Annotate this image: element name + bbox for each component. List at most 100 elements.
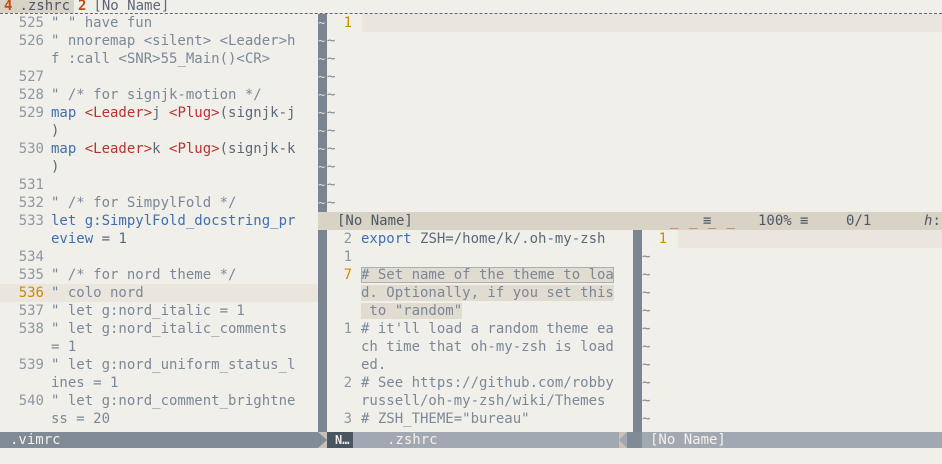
command-line[interactable] <box>0 448 942 464</box>
line-number: 533 <box>18 213 44 229</box>
statusline-vimrc: .vimrc <box>0 432 318 448</box>
line-text: ) <box>44 159 59 175</box>
empty-buffer-pane-top[interactable]: 1 ~ ~ ~ ~ ~ ~ ~ ~ ~ ~ <box>327 14 942 212</box>
token: <Plug> <box>169 141 220 157</box>
zshrc-editor-pane[interactable]: 2 export ZSH=/home/k/.oh-my-zsh 1 7 # Set na… <box>327 230 633 432</box>
vertical-split-separator-bottom[interactable] <box>633 230 642 432</box>
code-line: ss = 20 <box>0 410 318 428</box>
line-number: 538 <box>18 321 44 337</box>
empty-line-tilde: ~ <box>327 51 336 67</box>
token: " nnoremap <silent> <Leader>h <box>51 33 296 49</box>
line-number: 536 <box>18 285 44 301</box>
token: ss = 20 <box>51 411 111 427</box>
line-number: 2 <box>343 231 352 247</box>
token: <Leader> <box>84 105 153 121</box>
code-line: 1 # it'll load a random theme ea <box>327 320 633 338</box>
token: (signjk-k <box>219 141 296 157</box>
code-line: to "random" <box>327 302 633 320</box>
empty-line-tilde: ~ <box>318 178 326 192</box>
token: " let g:nord_italic = 1 <box>51 303 245 319</box>
empty-line-tilde: ~ <box>327 159 336 175</box>
powerline-separator <box>318 432 327 448</box>
empty-buffer-pane-bottom[interactable]: 1 ~ ~ ~ ~ ~ ~ ~ ~ ~ ~ <box>642 230 942 432</box>
token: ines = 1 <box>51 375 119 391</box>
empty-line-tilde: ~ <box>327 123 336 139</box>
code-line: 525 " " have fun <box>0 14 318 32</box>
token: j <box>152 105 170 121</box>
line-text: to "random" <box>352 303 463 319</box>
tab-no-name[interactable]: 2 [No Name] <box>74 0 173 14</box>
code-line: 529 map <Leader>j <Plug>(signjk-j <box>0 104 318 122</box>
status-column: ℎ: 1 <box>924 212 942 230</box>
status-position: 0/1 <box>846 213 872 229</box>
empty-line-tilde: ~ <box>318 124 326 138</box>
statusline-zshrc: .zshrc <box>353 432 619 448</box>
separator-tilde-column: ~ ~ ~ ~ ~ ~ ~ ~ ~ ~ ~ <box>318 14 327 212</box>
token: # it'll load a random theme ea <box>361 321 614 337</box>
empty-line-tilde: ~ <box>327 33 336 49</box>
empty-line-tilde: ~ <box>318 160 326 174</box>
empty-line-tilde: ~ <box>327 141 336 157</box>
token: ZSH=/home/k/.oh-my-zsh <box>420 231 606 247</box>
tab-label: [No Name] <box>93 0 170 14</box>
line-text: russell/oh-my-zsh/wiki/Themes <box>352 393 605 409</box>
tab-zshrc[interactable]: 4 .zshrc <box>0 0 75 13</box>
code-line: ) <box>0 158 318 176</box>
line-text: d. Optionally, if you set this <box>352 285 614 301</box>
empty-line-tilde: ~ <box>642 411 651 427</box>
line-text: let g:SimpylFold_docstring_pr <box>44 213 295 229</box>
line-text: " /* for nord theme */ <box>44 267 236 283</box>
line-number: 539 <box>18 357 44 373</box>
code-line: 534 <box>0 248 318 266</box>
tabline: 4 .zshrc 2 [No Name] <box>0 0 942 14</box>
empty-line-tilde: ~ <box>642 285 651 301</box>
empty-line-tilde: ~ <box>642 249 651 265</box>
line-text: " /* for signjk-motion */ <box>44 87 262 103</box>
powerline-separator <box>619 432 627 448</box>
line-text: # Set name of the theme to loa <box>352 267 614 283</box>
code-line: 540 " let g:nord_comment_brightne <box>0 392 318 410</box>
code-line: 1 <box>327 14 942 32</box>
line-number: 528 <box>18 87 44 103</box>
menu-icon: ≡ <box>800 213 809 229</box>
tab-number: 2 <box>78 0 87 14</box>
line-number: 1 <box>343 321 352 337</box>
code-line: eview = 1 <box>0 230 318 248</box>
empty-line-tilde: ~ <box>642 375 651 391</box>
window-status-bar: [No Name] _ _ _ _ ≡ 100% ≡ 0/1 ℎ: 1 <box>318 212 942 230</box>
line-number: 7 <box>343 267 352 283</box>
token: " let g:nord_uniform_status_l <box>51 357 296 373</box>
token: let <box>51 213 85 229</box>
line-number: 531 <box>18 177 44 193</box>
line-text: ines = 1 <box>44 375 118 391</box>
line-text: # ZSH_THEME="bureau" <box>352 411 530 427</box>
line-text: " let g:nord_italic = 1 <box>44 303 245 319</box>
line-text: export ZSH=/home/k/.oh-my-zsh <box>352 231 605 247</box>
code-line: 537 " let g:nord_italic = 1 <box>0 302 318 320</box>
empty-line-tilde: ~ <box>327 177 336 193</box>
code-line: 526 " nnoremap <silent> <Leader>h <box>0 32 318 50</box>
line-text <box>352 249 361 265</box>
token: " /* for nord theme */ <box>51 267 237 283</box>
token: <Plug> <box>169 105 220 121</box>
token: " let g:nord_italic_comments <box>51 321 288 337</box>
token: ) <box>51 159 60 175</box>
line-text: " " have fun <box>44 15 152 31</box>
empty-line-tilde: ~ <box>318 106 326 120</box>
code-line: ) <box>0 122 318 140</box>
code-line: = 1 <box>0 338 318 356</box>
token: = 1 <box>51 339 77 355</box>
line-number: 525 <box>18 15 44 31</box>
code-line: ch time that oh-my-zsh is load <box>327 338 633 356</box>
empty-line-tilde: ~ <box>642 303 651 319</box>
empty-line-tilde: ~ <box>318 70 326 84</box>
code-line: 528 " /* for signjk-motion */ <box>0 86 318 104</box>
code-line: 531 <box>0 176 318 194</box>
line-text: " /* for SimpylFold */ <box>44 195 236 211</box>
vimrc-editor-pane[interactable]: 525 " " have fun 526 " nnoremap <silent> <L… <box>0 14 318 432</box>
token: = 1 <box>93 231 127 247</box>
empty-line-tilde: ~ <box>318 16 326 30</box>
empty-line-tilde: ~ <box>642 393 651 409</box>
code-line: 1 <box>327 248 633 266</box>
line-number: 2 <box>343 375 352 391</box>
